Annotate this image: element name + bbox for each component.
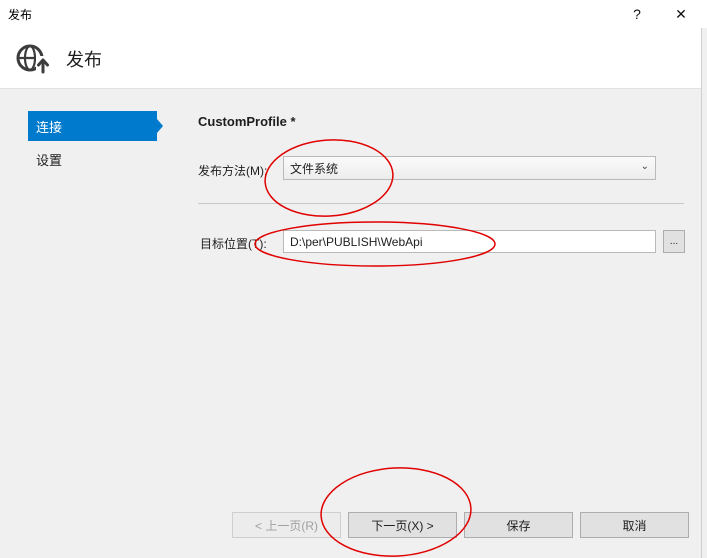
target-location-input[interactable]	[283, 230, 656, 253]
target-location-label: 目标位置(T):	[200, 237, 267, 251]
help-button[interactable]: ?	[614, 0, 660, 28]
nav-item-settings[interactable]: 设置	[28, 144, 157, 174]
chevron-down-icon: ⌄	[640, 161, 649, 172]
nav-item-label: 设置	[36, 152, 63, 168]
title-bar: 发布 ? ✕	[0, 0, 707, 28]
next-button[interactable]: 下一页(X) >	[348, 512, 457, 538]
page-title: 发布	[66, 50, 102, 70]
close-button[interactable]: ✕	[658, 0, 704, 28]
publish-method-value: 文件系统	[290, 161, 339, 176]
publish-method-select[interactable]: 文件系统 ⌄	[283, 156, 656, 180]
nav-item-connection[interactable]: 连接	[28, 111, 163, 141]
publish-dialog: 发布 ? ✕ 发布 连接 设置 CustomProfile * 发布方法(M):…	[0, 0, 707, 558]
browse-button[interactable]: ...	[663, 230, 685, 253]
publish-method-label: 发布方法(M):	[198, 164, 268, 178]
cancel-button[interactable]: 取消	[580, 512, 689, 538]
dialog-border	[701, 28, 702, 558]
divider	[198, 203, 684, 204]
previous-button[interactable]: < 上一页(R)	[232, 512, 341, 538]
nav-item-label: 连接	[36, 119, 63, 135]
dialog-header: 发布	[0, 28, 702, 89]
globe-publish-icon	[16, 44, 50, 74]
save-button[interactable]: 保存	[464, 512, 573, 538]
profile-title: CustomProfile *	[198, 114, 296, 129]
window-title: 发布	[8, 8, 33, 22]
